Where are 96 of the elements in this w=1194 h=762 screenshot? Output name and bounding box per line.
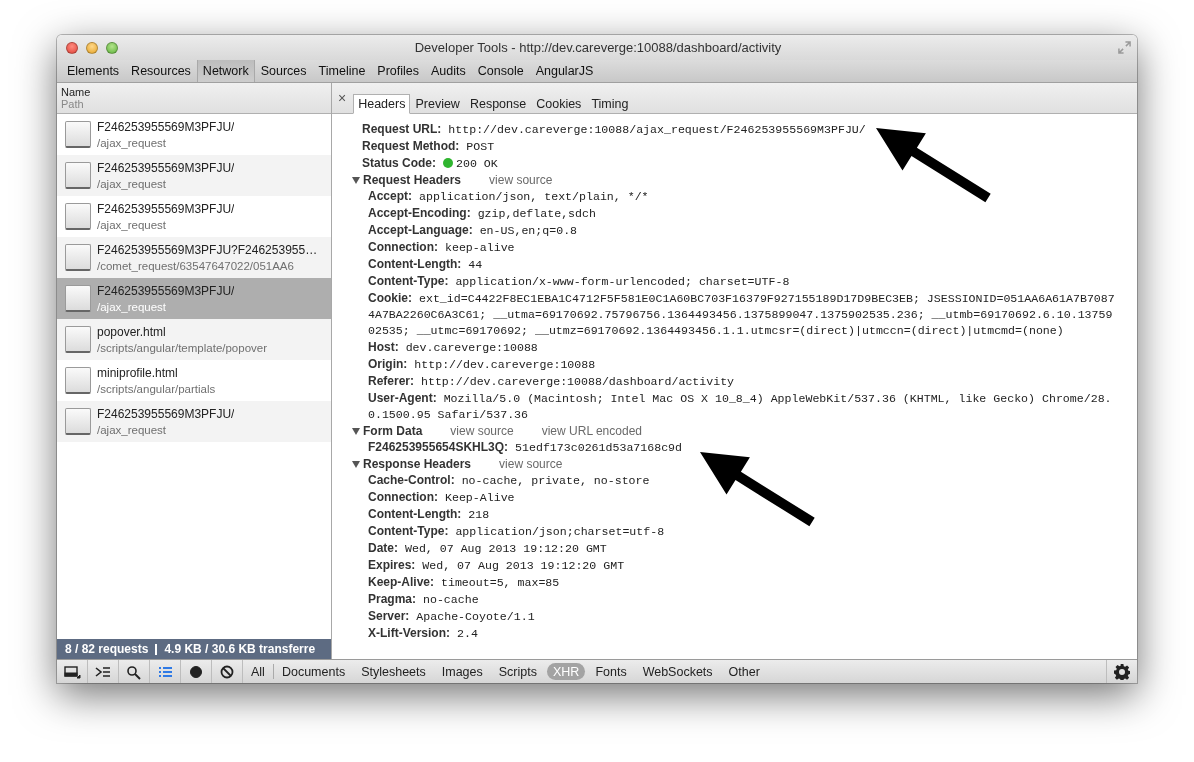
view-link[interactable]: view source [450, 423, 514, 439]
request-name: F246253955569M3PFJU?F246253955… [97, 243, 318, 257]
header-line: Accept-Encoding: gzip,deflate,sdch [367, 205, 597, 222]
request-name: miniprofile.html [97, 366, 179, 380]
header-line: Accept-Language: en-US,en;q=0.8 [367, 222, 579, 239]
filter-tab[interactable]: Fonts [587, 660, 635, 683]
request-path: /ajax_request [97, 137, 168, 149]
panel-tab[interactable]: Profiles [371, 60, 426, 82]
panel-tab[interactable]: AngularJS [529, 60, 600, 82]
request-path: /ajax_request [97, 301, 168, 313]
header-line: F246253955654SKHL3Q: 51edf173c0261d53a7168c9d [367, 439, 684, 456]
header-line: Status Code: 200 OK [361, 155, 499, 172]
panel-tab[interactable]: Console [471, 60, 530, 82]
panel-tab[interactable]: Elements [61, 60, 126, 82]
summary-text: 8 / 82 requests [65, 642, 149, 656]
header-line: Server: Apache-Coyote/1.1 [367, 608, 536, 625]
column-header[interactable]: Name Path [57, 83, 331, 114]
filter-tab[interactable]: All [243, 660, 273, 683]
request-row[interactable]: F246253955569M3PFJU/ /ajax_request [57, 401, 331, 442]
filter-tab[interactable]: Other [720, 660, 768, 683]
panel-tab[interactable]: Network [196, 60, 255, 82]
panel-tab[interactable]: Resources [125, 60, 197, 82]
window-title: Developer Tools - http://dev.careverge:10088/dashboard/activity [413, 40, 783, 55]
file-icon [65, 203, 91, 230]
filter-tab[interactable]: Scripts [490, 660, 545, 683]
zoom-button[interactable] [106, 41, 118, 54]
header-line: Content-Type: application/json;charset=utf-8 [367, 523, 666, 540]
disclosure-triangle-icon[interactable] [352, 427, 360, 435]
header-line: Date: Wed, 07 Aug 2013 19:12:20 GMT [367, 540, 608, 557]
request-path: /ajax_request [97, 178, 168, 190]
detail-tab[interactable]: Response [464, 94, 532, 114]
request-path: /ajax_request [97, 219, 168, 231]
section-title[interactable]: Form Data [363, 423, 423, 439]
detail-tab[interactable]: Cookies [531, 94, 587, 114]
request-path: /scripts/angular/partials [97, 383, 216, 395]
view-link[interactable]: view URL encoded [541, 423, 642, 439]
request-path: /ajax_request [97, 424, 168, 436]
path-heading: Path [61, 98, 85, 110]
header-line: Content-Length: 218 [367, 506, 491, 523]
request-name: F246253955569M3PFJU/ [97, 161, 235, 175]
close-button[interactable] [66, 41, 78, 54]
request-name: popover.html [97, 325, 167, 339]
panel-tab[interactable]: Sources [254, 60, 313, 82]
close-button[interactable]: × [338, 90, 347, 106]
request-name: F246253955569M3PFJU/ [97, 120, 235, 134]
header-line: Content-Type: application/x-www-form-urlencoded; charset=UTF-8 [367, 273, 791, 290]
header-line: Keep-Alive: timeout=5, max=85 [367, 574, 561, 591]
header-line: Content-Length: 44 [367, 256, 484, 273]
detail-tab[interactable]: Timing [586, 94, 634, 114]
detail-tab[interactable]: Preview [410, 94, 465, 114]
file-icon [65, 121, 91, 148]
header-line: Host: dev.careverge:10088 [367, 339, 539, 356]
header-line: Pragma: no-cache [367, 591, 480, 608]
name-heading: Name [61, 86, 92, 98]
section-title[interactable]: Response Headers [363, 456, 472, 472]
file-icon [65, 326, 91, 353]
header-line: Connection: keep-alive [367, 239, 516, 256]
request-row[interactable]: popover.html /scripts/angular/template/popover [57, 319, 331, 360]
request-name: F246253955569M3PFJU/ [97, 407, 235, 421]
settings-icon[interactable] [1114, 663, 1130, 680]
panel-tab[interactable]: Audits [425, 60, 472, 82]
filter-tab[interactable]: Images [433, 660, 491, 683]
detail-tab[interactable]: Headers [353, 94, 411, 114]
header-line: Request Method: POST [361, 138, 496, 155]
header-line: Connection: Keep-Alive [367, 489, 516, 506]
panel-tab[interactable]: Timeline [312, 60, 372, 82]
header-line: Cache-Control: no-cache, private, no-store [367, 472, 651, 489]
file-icon [65, 367, 91, 394]
request-name: F246253955569M3PFJU/ [97, 202, 235, 216]
header-line: Cookie: ext_id=C4422F8EC1EBA1C4712F5F581E0C1A60BC703F16379F927155189D17D9BEC3EB; JSESSIONID=051AA6A61A7B70874A7BA2260C6A3C61; __utma=69170692.75796756.1364493456.1375899047.1375902535.236; __utmb=69170692.6.10.1375902535; __utmc=69170692; __utmz=69170692.1364493456.1.1.utmcsr=(direct)|utmccn=(direct)|utmcmd=(none) [367, 290, 1116, 339]
filter-tab[interactable]: Stylesheets [353, 660, 434, 683]
view-link[interactable]: view source [499, 456, 563, 472]
request-row[interactable]: F246253955569M3PFJU/ /ajax_request [57, 278, 331, 319]
disclosure-triangle-icon[interactable] [352, 460, 360, 468]
header-line: Referer: http://dev.careverge:10088/dashboard/activity [367, 373, 736, 390]
request-row[interactable]: F246253955569M3PFJU?F246253955… /comet_request/63547647022/051AA6 [57, 237, 331, 278]
filter-tab[interactable]: WebSockets [634, 660, 721, 683]
header-line: Origin: http://dev.careverge:10088 [367, 356, 597, 373]
filter-tab[interactable]: Documents [273, 660, 354, 683]
header-line: Expires: Wed, 07 Aug 2013 19:12:20 GMT [367, 557, 626, 574]
request-path: /scripts/angular/template/popover [97, 342, 268, 354]
header-line: Request URL: http://dev.careverge:10088/ajax_request/F246253955569M3PFJU/ [361, 121, 867, 138]
header-line: Accept: application/json, text/plain, */* [367, 188, 650, 205]
request-path: /comet_request/63547647022/051AA6 [97, 260, 295, 272]
file-icon [65, 162, 91, 189]
section-title[interactable]: Request Headers [363, 172, 462, 188]
header-line: X-Lift-Version: 2.4 [367, 625, 479, 642]
header-line: User-Agent: Mozilla/5.0 (Macintosh; Intel Mac OS X 10_8_4) AppleWebKit/537.36 (KHTML, like Gecko) Chrome/28.0.1500.95 Safari/537.36 [367, 390, 1113, 423]
file-icon [65, 285, 91, 312]
disclosure-triangle-icon[interactable] [352, 176, 360, 184]
summary-text: 4.9 KB / 30.6 KB transferre [164, 642, 316, 656]
file-icon [65, 244, 91, 271]
file-icon [65, 408, 91, 435]
request-name: F246253955569M3PFJU/ [97, 284, 235, 298]
view-link[interactable]: view source [489, 172, 553, 188]
request-row[interactable]: F246253955569M3PFJU/ /ajax_request [57, 155, 331, 196]
